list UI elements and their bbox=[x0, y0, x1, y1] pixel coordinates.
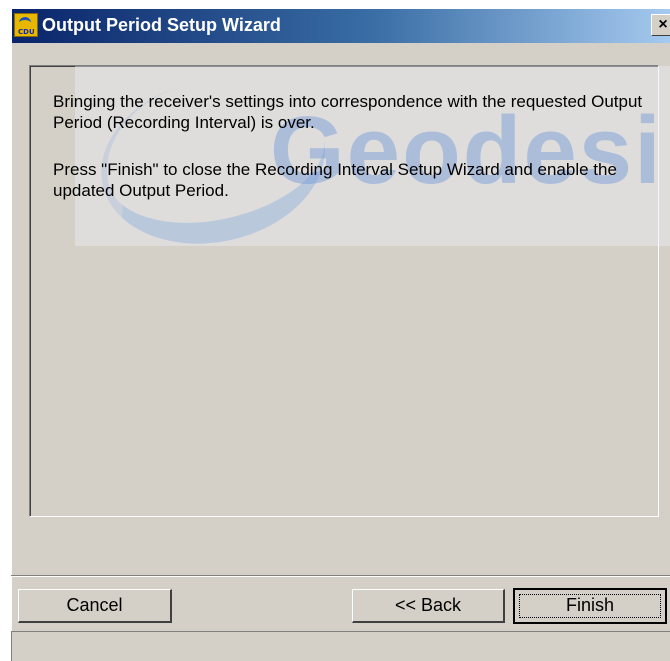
completion-message: Bringing the receiver's settings into co… bbox=[53, 92, 643, 132]
app-icon-label: CDU bbox=[18, 28, 35, 36]
close-button[interactable]: × bbox=[651, 14, 670, 36]
cancel-button[interactable]: Cancel bbox=[18, 589, 172, 623]
window-title: Output Period Setup Wizard bbox=[42, 15, 281, 35]
back-button-label: << Back bbox=[394, 595, 462, 615]
back-button[interactable]: << Back bbox=[352, 589, 505, 623]
button-separator bbox=[11, 575, 670, 577]
title-bar[interactable]: CDU Output Period Setup Wizard × bbox=[12, 9, 670, 43]
finish-focus-rect bbox=[519, 594, 661, 618]
finish-instruction: Press "Finish" to close the Recording In… bbox=[53, 160, 617, 200]
cdu-app-icon: CDU bbox=[14, 13, 38, 37]
finish-button[interactable]: Finish bbox=[513, 588, 667, 624]
cancel-button-label: Cancel bbox=[66, 595, 123, 615]
status-bar bbox=[11, 631, 670, 661]
